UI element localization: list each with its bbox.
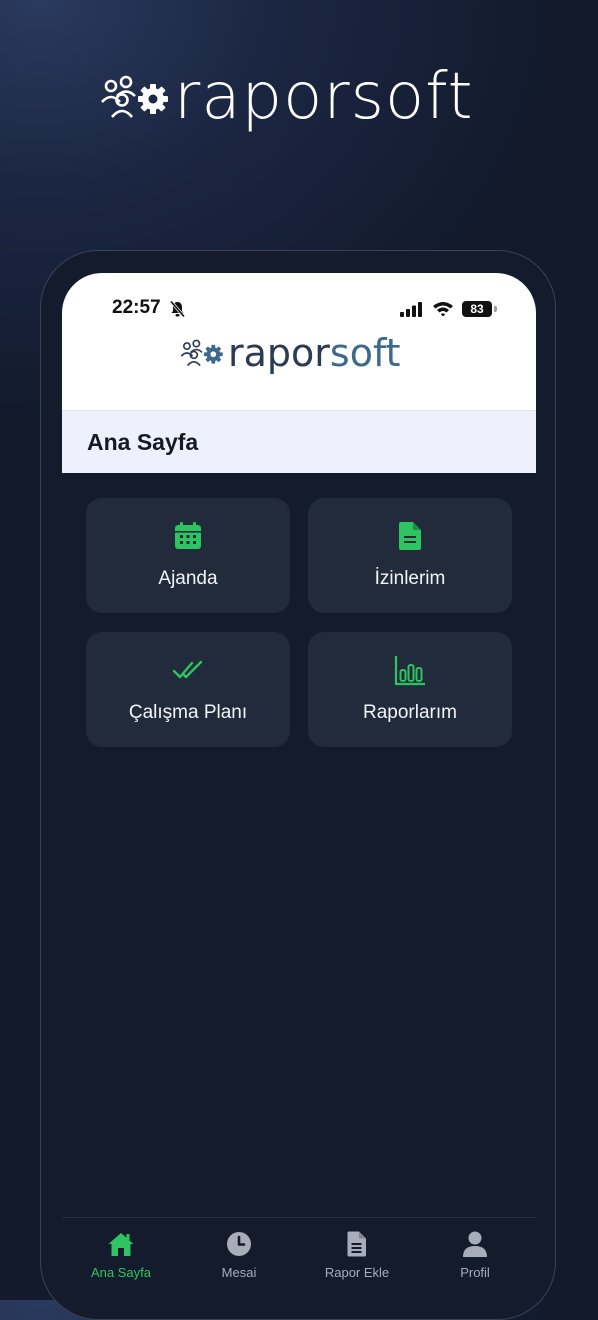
tile-ajanda[interactable]: Ajanda: [86, 498, 290, 613]
tab-label: Ana Sayfa: [91, 1265, 151, 1280]
team-gear-logo-icon: [101, 75, 168, 118]
logo-text-soft: soft: [329, 331, 401, 375]
file-text-icon: [347, 1231, 366, 1257]
tab-label: Profil: [460, 1265, 490, 1280]
battery-tip: [494, 306, 497, 312]
clock-icon: [227, 1232, 251, 1256]
tile-label: İzinlerim: [374, 568, 446, 589]
tab-rapor-ekle[interactable]: Rapor Ekle: [298, 1218, 416, 1300]
logo-text-rapor: rapor: [228, 331, 330, 375]
calendar-icon: [175, 522, 201, 549]
bottom-tab-bar: Ana Sayfa Mesai Rapor Ekle Profil: [62, 1217, 536, 1300]
double-check-icon: [172, 660, 203, 679]
promo-logo: raporsoft: [100, 62, 474, 132]
page-title: Ana Sayfa: [87, 429, 199, 455]
tab-profil[interactable]: Profil: [416, 1218, 534, 1300]
wifi-icon: [433, 302, 453, 317]
status-time: 22:57: [112, 297, 161, 318]
cellular-signal-icon: [400, 302, 422, 317]
bell-muted-icon: [169, 300, 186, 318]
tab-ana-sayfa[interactable]: Ana Sayfa: [62, 1218, 180, 1300]
app-header: 22:57 83 raporsoft: [62, 273, 536, 410]
tile-label: Raporlarım: [363, 702, 457, 723]
battery-indicator: 83: [462, 301, 492, 317]
team-gear-logo-icon: [180, 339, 223, 367]
user-icon: [463, 1231, 487, 1257]
tile-label: Çalışma Planı: [128, 702, 248, 723]
status-bar: 22:57 83: [62, 297, 536, 323]
tile-raporlarim[interactable]: Raporlarım: [308, 632, 512, 747]
tab-label: Rapor Ekle: [324, 1265, 390, 1280]
bar-chart-icon: [394, 656, 425, 686]
header-logo: raporsoft: [180, 333, 401, 373]
phone-screen: 22:57 83 raporsoft Ana Sayfa Ajanda İzin…: [62, 273, 536, 1300]
tile-calisma-plani[interactable]: Çalışma Planı: [86, 632, 290, 747]
tile-label: Ajanda: [158, 568, 218, 589]
tab-mesai[interactable]: Mesai: [180, 1218, 298, 1300]
document-icon: [399, 522, 421, 550]
tab-label: Mesai: [221, 1265, 257, 1280]
tile-izinlerim[interactable]: İzinlerim: [308, 498, 512, 613]
header-logo-text: raporsoft: [228, 333, 401, 373]
promo-logo-text: raporsoft: [174, 60, 474, 134]
page-title-bar: Ana Sayfa: [62, 410, 536, 473]
home-icon: [108, 1233, 134, 1256]
